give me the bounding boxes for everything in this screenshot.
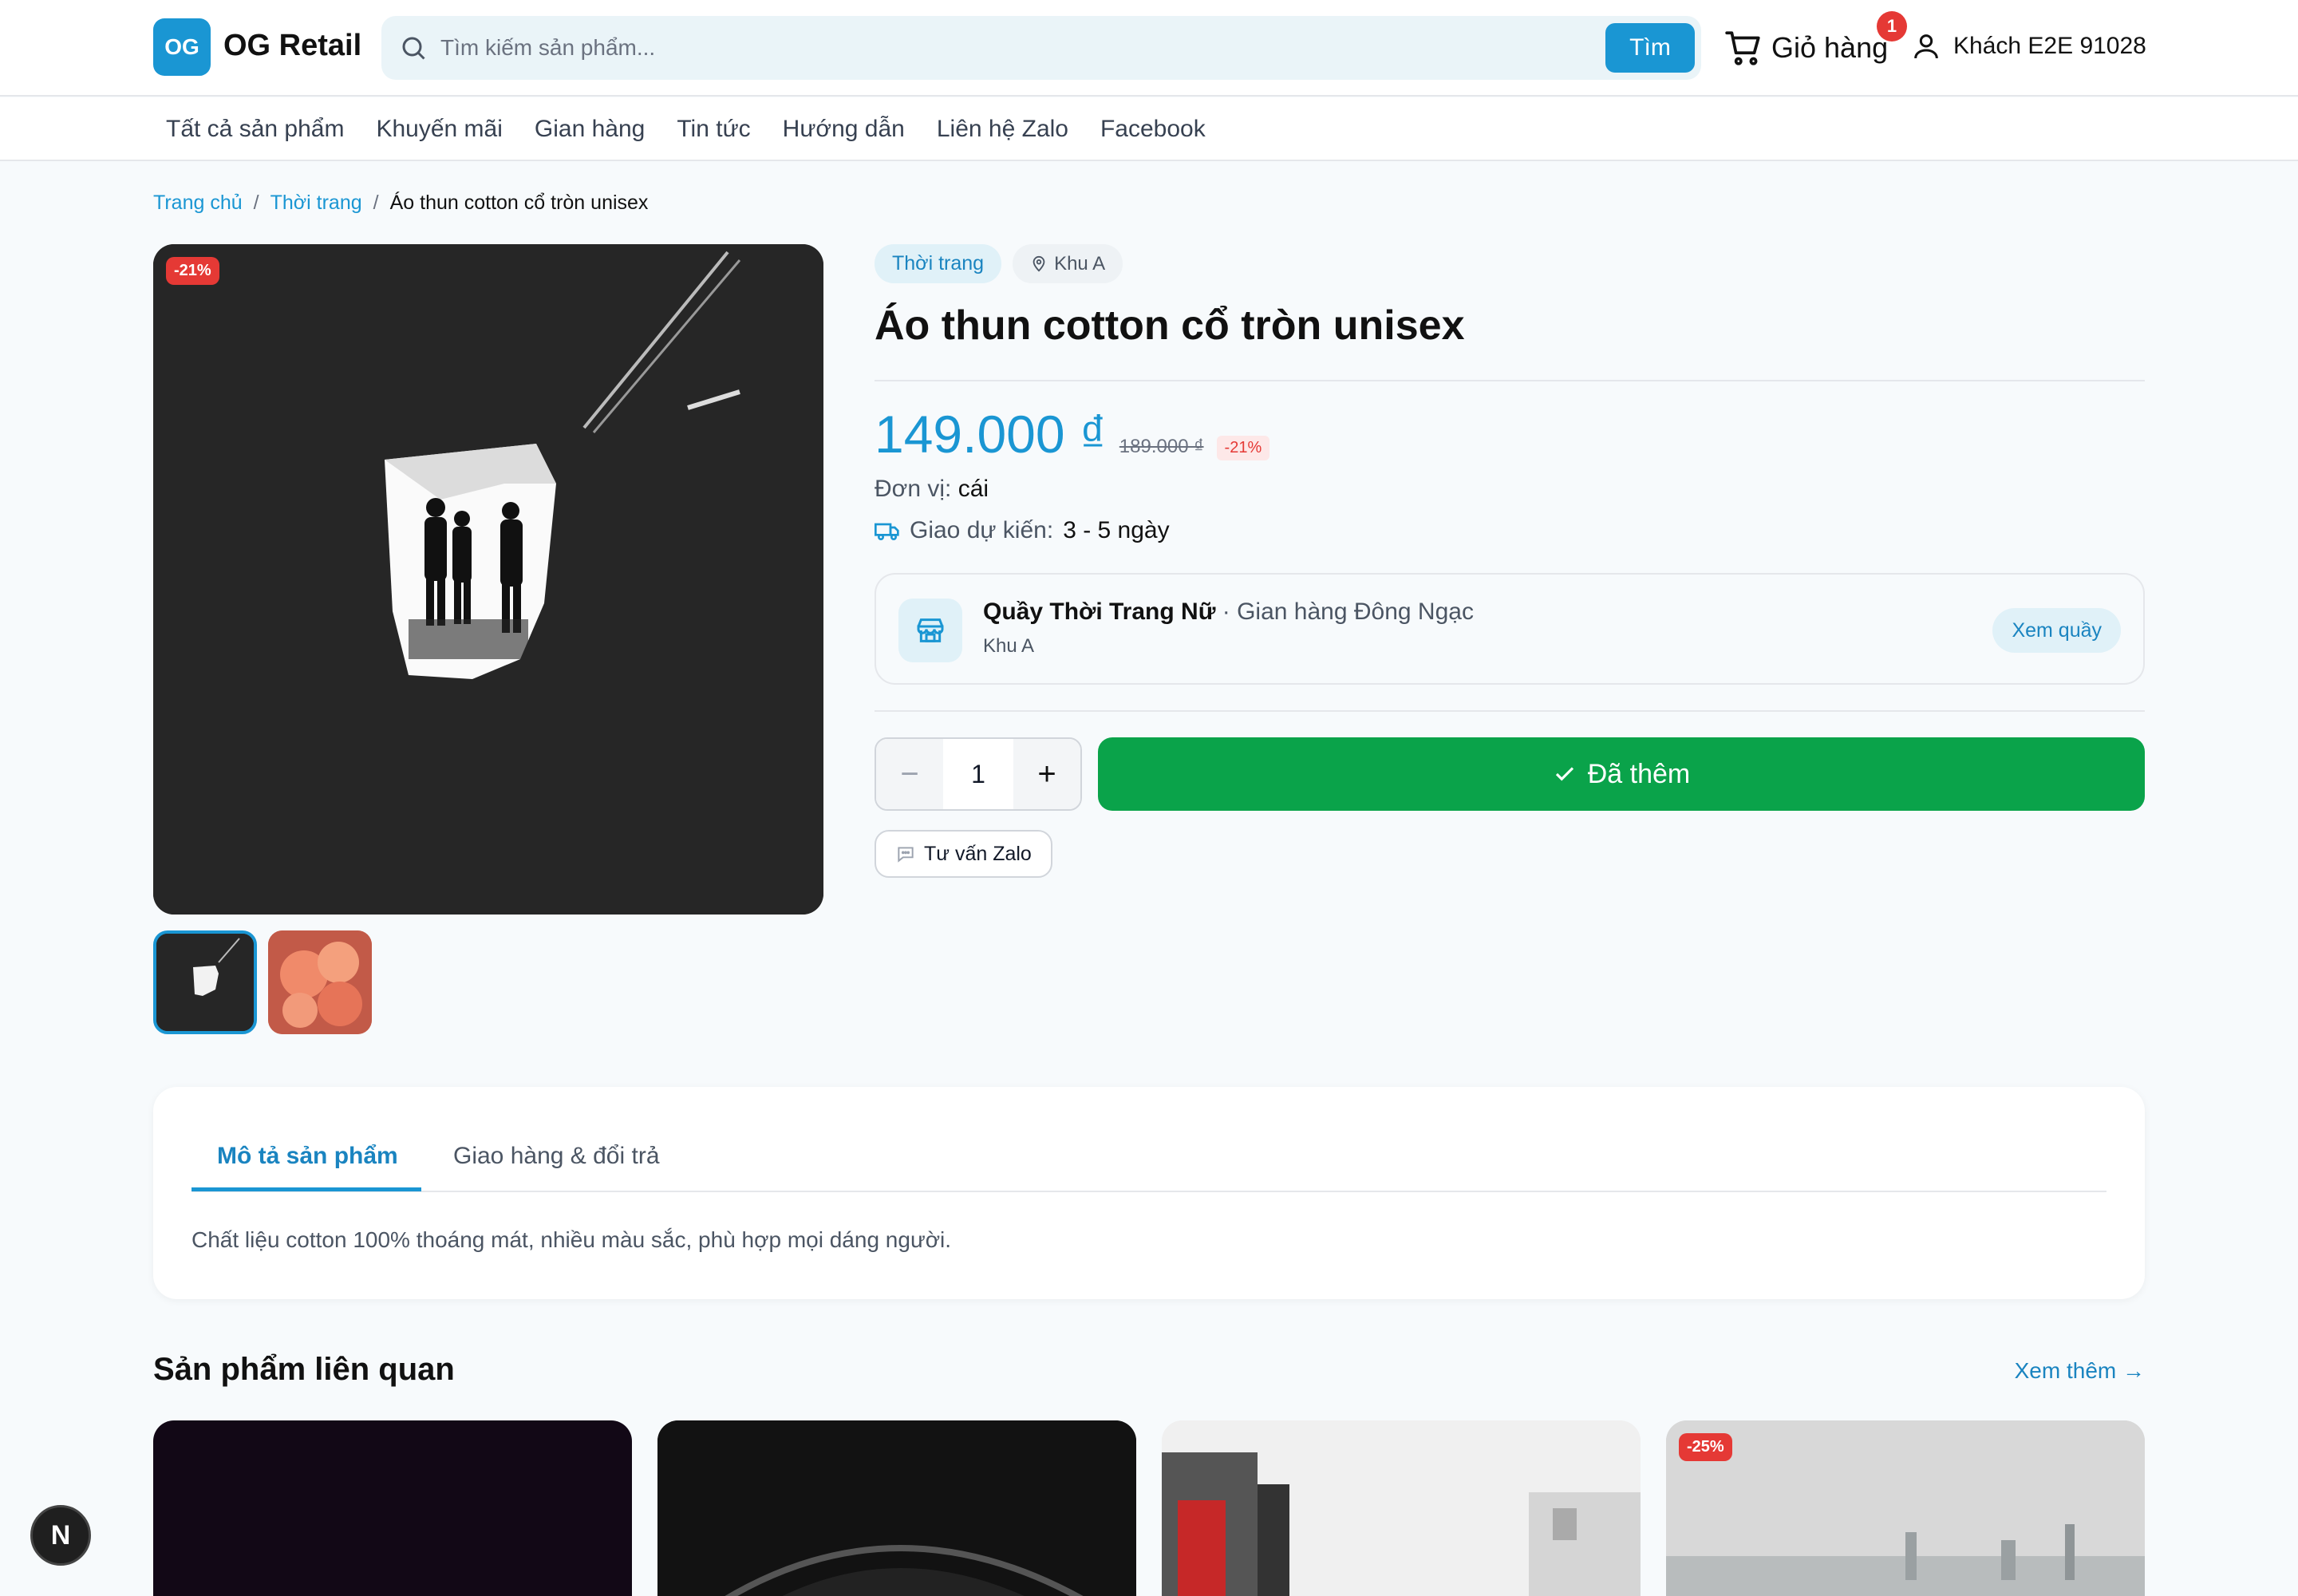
divider [875, 710, 2145, 712]
quantity-value[interactable]: 1 [943, 739, 1013, 809]
user-menu[interactable]: Khách E2E 91028 [1910, 29, 2146, 64]
nav-item-promotions[interactable]: Khuyến mãi [360, 113, 518, 145]
current-price: 149.000 ₫ [875, 405, 1107, 464]
shop-card: Quầy Thời Trang Nữ · Gian hàng Đông Ngạc… [875, 573, 2145, 685]
price-discount-badge: -21% [1216, 436, 1270, 460]
added-label: Đã thêm [1587, 758, 1691, 789]
search-icon [402, 37, 425, 60]
nav-item-facebook[interactable]: Facebook [1084, 113, 1222, 145]
product-title: Áo thun cotton cổ tròn unisex [875, 302, 1465, 349]
view-stall-button[interactable]: Xem quầy [1992, 608, 2121, 653]
product-description: Chất liệu cotton 100% thoáng mát, nhiều … [192, 1227, 952, 1252]
related-products-title: Sản phẩm liên quan [153, 1352, 455, 1387]
discount-badge: -25% [1679, 1433, 1732, 1461]
check-icon [1555, 767, 1573, 781]
cart-link[interactable]: Giỏ hàng 1 [1724, 11, 1907, 72]
breadcrumb-separator: / [253, 192, 259, 214]
tab-shipping-returns[interactable]: Giao hàng & đổi trả [453, 1143, 660, 1170]
delivery-value: 3 - 5 ngày [1063, 517, 1170, 543]
dev-tools-badge[interactable]: N [30, 1505, 91, 1566]
user-icon [1914, 34, 1938, 59]
zalo-consult-button[interactable]: Tư vấn Zalo [875, 830, 1052, 878]
old-price: 189.000 ₫ [1119, 436, 1204, 457]
added-to-cart-button[interactable]: Đã thêm [1098, 737, 2145, 811]
store-icon [898, 598, 962, 662]
product-photo [153, 244, 823, 915]
delivery-label: Giao dự kiến: [910, 517, 1054, 543]
thumbnail-2[interactable] [268, 930, 372, 1034]
tab-divider [192, 1191, 2106, 1192]
quantity-stepper: − 1 + [875, 737, 1082, 811]
divider [875, 380, 2145, 381]
see-more-link[interactable]: Xem thêm → [2015, 1358, 2145, 1384]
nav-item-all-products[interactable]: Tất cả sản phẩm [153, 113, 360, 145]
map-pin-icon [1033, 255, 1045, 272]
related-product-photo [657, 1420, 1136, 1596]
shop-name[interactable]: Quầy Thời Trang Nữ [983, 598, 1215, 625]
discount-badge: -21% [166, 257, 219, 285]
related-product-photo [1162, 1420, 1641, 1596]
breadcrumb: Trang chủ / Thời trang / Áo thun cotton … [153, 192, 648, 215]
product-main-image[interactable]: -21% [153, 244, 823, 915]
chat-bubble-icon [898, 847, 914, 863]
price-row: 149.000 ₫ 189.000 ₫ -21% [875, 404, 1270, 464]
nav-item-zalo[interactable]: Liên hệ Zalo [921, 113, 1084, 145]
search-bar: Tìm [381, 16, 1701, 80]
increase-quantity-button[interactable]: + [1013, 739, 1080, 809]
main-nav: Tất cả sản phẩm Khuyến mãi Gian hàng Tin… [0, 97, 2298, 161]
thumbnail-photo [156, 934, 254, 1031]
related-product-photo [1666, 1420, 2145, 1596]
search-button[interactable]: Tìm [1605, 23, 1695, 73]
nav-item-guide[interactable]: Hướng dẫn [767, 113, 921, 145]
product-tabs-card: Mô tả sản phẩm Giao hàng & đổi trả Chất … [153, 1087, 2145, 1299]
cart-count-badge: 1 [1877, 11, 1907, 41]
truck-icon [875, 523, 899, 540]
related-product-card[interactable] [1162, 1420, 1641, 1596]
category-tag[interactable]: Thời trang [875, 244, 1002, 283]
zalo-label: Tư vấn Zalo [924, 842, 1032, 865]
user-label: Khách E2E 91028 [1953, 33, 2146, 59]
active-tab-indicator [192, 1187, 421, 1191]
decrease-quantity-button[interactable]: − [876, 739, 943, 809]
logo-text[interactable]: OG Retail [223, 29, 361, 63]
thumbnail-photo [268, 930, 372, 1034]
related-product-card[interactable] [153, 1420, 632, 1596]
cart-label: Giỏ hàng [1771, 31, 1889, 64]
product-tags: Thời trang Khu A [875, 244, 1123, 283]
nav-item-stalls[interactable]: Gian hàng [519, 113, 661, 145]
breadcrumb-separator: / [373, 192, 379, 214]
location-tag: Khu A [1013, 244, 1123, 283]
site-header: OG OG Retail Tìm Giỏ hàng 1 Khách E2E 91… [0, 0, 2298, 97]
location-tag-label: Khu A [1054, 252, 1106, 275]
unit-value: cái [958, 476, 989, 502]
shop-subtitle: · Gian hàng Đông Ngạc [1222, 598, 1474, 625]
tab-description[interactable]: Mô tả sản phẩm [217, 1143, 398, 1170]
related-product-card[interactable] [657, 1420, 1136, 1596]
shop-area: Khu A [983, 635, 1035, 657]
breadcrumb-current: Áo thun cotton cổ tròn unisex [389, 192, 649, 214]
search-input[interactable] [440, 26, 1382, 70]
breadcrumb-home[interactable]: Trang chủ [153, 192, 243, 215]
unit-label: Đơn vị: [875, 476, 952, 502]
thumbnail-1[interactable] [153, 930, 257, 1034]
logo-mark[interactable]: OG [153, 18, 211, 76]
cart-icon [1725, 31, 1760, 65]
nav-item-news[interactable]: Tin tức [661, 113, 766, 145]
related-product-card[interactable]: -25% [1666, 1420, 2145, 1596]
shop-name-line: Quầy Thời Trang Nữ · Gian hàng Đông Ngạc [983, 598, 1474, 626]
delivery-row: Giao dự kiến: 3 - 5 ngày [875, 517, 1170, 544]
unit-row: Đơn vị: cái [875, 476, 989, 503]
breadcrumb-category[interactable]: Thời trang [270, 192, 362, 215]
